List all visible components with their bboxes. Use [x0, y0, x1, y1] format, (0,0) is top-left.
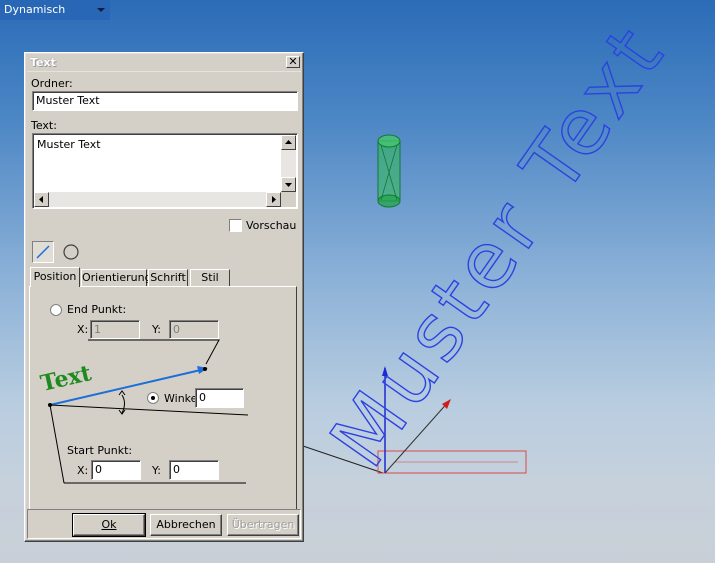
start-y-input[interactable]: 0: [169, 460, 219, 480]
end-x-input[interactable]: 1: [90, 320, 140, 339]
start-point-leader: [49, 404, 65, 484]
vorschau-checkbox[interactable]: [229, 219, 242, 232]
angle-arc: [121, 394, 125, 414]
text-dialog: Text ✕ Ordner: Muster Text Text: Muster …: [24, 52, 304, 542]
angle-input[interactable]: 0: [195, 388, 244, 408]
arrow-up-icon: [285, 140, 292, 144]
scroll-right-button[interactable]: [266, 192, 281, 207]
apply-button[interactable]: Übertragen: [227, 514, 299, 536]
end-point-radio[interactable]: [50, 304, 62, 316]
tab-position[interactable]: Position: [30, 267, 80, 287]
angle-arrow-up: [118, 390, 126, 396]
end-y-input[interactable]: 0: [169, 320, 219, 339]
tab-stil[interactable]: Stil: [190, 269, 230, 286]
circle-icon: [63, 244, 79, 260]
cancel-button-label: Abbrechen: [156, 518, 216, 531]
text-3d-object[interactable]: Muster Text: [313, 7, 684, 483]
start-y-label: Y:: [152, 464, 161, 477]
cylinder-object[interactable]: [377, 134, 401, 208]
ok-button-label: Ok: [101, 518, 117, 531]
end-y-label: Y:: [152, 323, 161, 336]
text-area-value: Muster Text: [37, 138, 101, 151]
end-point-label: End Punkt:: [67, 303, 127, 316]
angle-radio[interactable]: [147, 392, 159, 404]
text-label: Text:: [31, 119, 57, 132]
cancel-button[interactable]: Abbrechen: [150, 514, 222, 536]
line-mode-button[interactable]: [32, 241, 54, 263]
horizontal-scrollbar[interactable]: [34, 192, 281, 207]
vertical-scrollbar[interactable]: [281, 135, 296, 192]
tab-schrift[interactable]: Schrift: [148, 269, 188, 286]
arrow-down-icon: [285, 183, 292, 187]
start-x-label: X:: [77, 464, 89, 477]
close-icon: ✕: [288, 55, 298, 68]
end-x-label: X:: [77, 323, 89, 336]
scrollbar-corner: [281, 192, 296, 207]
position-tab-panel: End Punkt: X: 1 Y: 0 Text Winkel 0 Start…: [29, 286, 297, 510]
apply-button-label: Übertragen: [231, 518, 295, 531]
ok-button[interactable]: Ok: [72, 513, 146, 537]
line-icon: [36, 245, 50, 259]
vorschau-label: Vorschau: [246, 219, 297, 232]
ordner-label: Ordner:: [31, 77, 73, 90]
circle-mode-button[interactable]: [60, 241, 82, 263]
arrow-right-icon: [272, 196, 276, 203]
arrow-left-icon: [39, 196, 43, 203]
close-button[interactable]: ✕: [286, 56, 300, 68]
dialog-title: Text: [30, 56, 56, 69]
end-point-leader: [88, 339, 220, 365]
position-diagram: [48, 339, 249, 484]
dialog-titlebar[interactable]: Text ✕: [27, 55, 301, 72]
scroll-up-button[interactable]: [281, 135, 296, 150]
start-point-label: Start Punkt:: [67, 444, 133, 457]
start-x-input[interactable]: 0: [91, 460, 141, 480]
end-point-dot: [203, 367, 207, 371]
scroll-left-button[interactable]: [34, 192, 49, 207]
tab-orientierung[interactable]: Orientierung: [81, 269, 152, 286]
ordner-input[interactable]: Muster Text: [32, 91, 298, 111]
scroll-down-button[interactable]: [281, 177, 296, 192]
